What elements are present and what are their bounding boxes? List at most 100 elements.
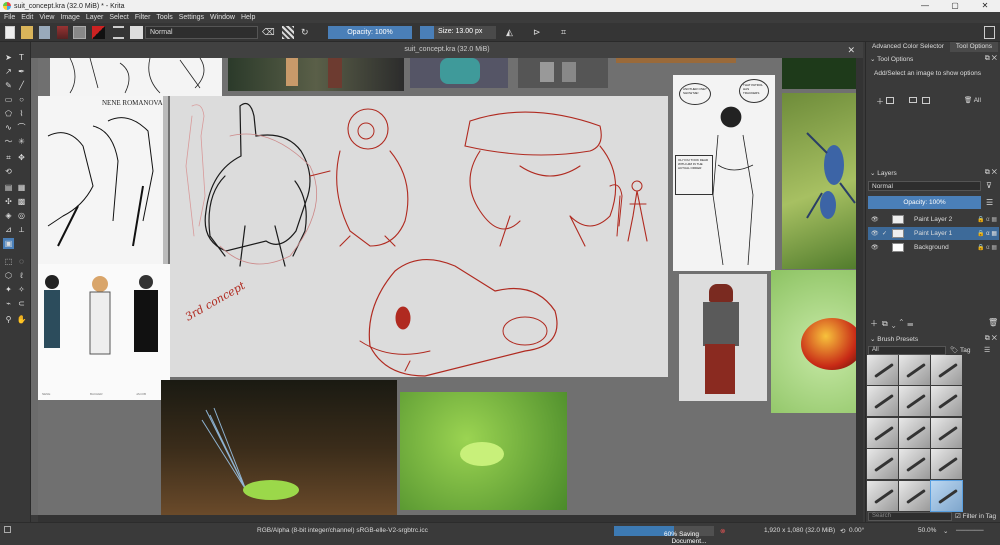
layer-row[interactable]: 👁 Background 🔒 α ▦ bbox=[868, 241, 999, 254]
ref-image-boots[interactable] bbox=[518, 58, 608, 88]
open-document-icon[interactable] bbox=[21, 26, 33, 39]
size-slider[interactable]: Size: 13.00 px bbox=[420, 26, 496, 39]
brush-settings-icon[interactable] bbox=[113, 26, 124, 39]
measure-tool-icon[interactable]: ⟂ bbox=[16, 224, 27, 235]
visibility-eye-icon[interactable]: 👁 bbox=[871, 216, 879, 223]
brush-preset[interactable] bbox=[931, 449, 962, 480]
brush-preset[interactable] bbox=[931, 355, 962, 385]
menu-select[interactable]: Select bbox=[109, 14, 128, 21]
brush-tag-select[interactable]: All bbox=[868, 346, 946, 355]
brush-search-input[interactable]: Search bbox=[868, 512, 952, 521]
mirror-vertical-icon[interactable]: ⊳ bbox=[533, 26, 544, 39]
new-document-icon[interactable] bbox=[5, 26, 15, 39]
brush-preset-selected[interactable] bbox=[930, 479, 963, 512]
layer-lock-icons[interactable]: 🔒 α ▦ bbox=[977, 230, 997, 237]
transform-tool-icon[interactable]: ⟲ bbox=[3, 166, 14, 177]
load-reference-icon[interactable] bbox=[909, 97, 917, 103]
brush-preset[interactable] bbox=[899, 386, 930, 417]
bezier-select-icon[interactable]: ⌁ bbox=[3, 298, 14, 309]
ellipse-select-icon[interactable]: ◌ bbox=[16, 256, 27, 267]
edit-shapes-icon[interactable]: ↗ bbox=[3, 66, 14, 77]
visibility-eye-icon[interactable]: 👁 bbox=[871, 230, 879, 237]
tool-options-float-icon[interactable]: ⧉ ✕ bbox=[985, 55, 997, 63]
assistant-tool-icon[interactable]: ⊿ bbox=[3, 224, 14, 235]
layers-blend-select[interactable]: Normal bbox=[868, 181, 981, 191]
text-tool-icon[interactable]: T bbox=[16, 52, 27, 63]
maximize-button[interactable]: ▢ bbox=[940, 0, 970, 12]
move-layer-down-icon[interactable]: ⌄ bbox=[892, 319, 900, 328]
brush-preset[interactable] bbox=[867, 386, 898, 417]
move-tool-icon[interactable]: ✥ bbox=[16, 152, 27, 163]
layer-row[interactable]: 👁 Paint Layer 2 🔒 α ▦ bbox=[868, 213, 999, 226]
enclose-fill-icon[interactable]: ◎ bbox=[16, 210, 27, 221]
pattern-icon[interactable] bbox=[73, 26, 86, 39]
zoom-dropdown-icon[interactable]: ⌄ bbox=[943, 527, 948, 535]
menu-tools[interactable]: Tools bbox=[156, 14, 172, 21]
document-tab[interactable]: suit_concept.kra (32.0 MiB) ✕ bbox=[31, 42, 863, 58]
ref-image-ladybug[interactable] bbox=[771, 270, 863, 413]
polygon-tool-icon[interactable]: ⬠ bbox=[3, 108, 14, 119]
layer-row-selected[interactable]: 👁 ✓ Paint Layer 1 🔒 α ▦ bbox=[868, 227, 999, 240]
menu-edit[interactable]: Edit bbox=[21, 14, 33, 21]
gradient-tool-icon[interactable]: ▤ bbox=[3, 182, 14, 193]
crop-tool-icon[interactable]: ⌗ bbox=[3, 152, 14, 163]
rect-select-icon[interactable]: ⬚ bbox=[3, 256, 14, 267]
ref-image-teal-robot[interactable] bbox=[410, 58, 508, 88]
ref-image-character-lineup[interactable]: NENE BACHER JACOB bbox=[38, 264, 170, 400]
layer-lock-icons[interactable]: 🔒 α ▦ bbox=[977, 244, 997, 251]
add-layer-icon[interactable]: ＋ bbox=[870, 319, 882, 328]
close-window-button[interactable]: ✕ bbox=[970, 0, 1000, 12]
brush-float-icon[interactable]: ⧉ ✕ bbox=[985, 335, 997, 343]
tab-advanced-color-selector[interactable]: Advanced Color Selector bbox=[866, 42, 950, 52]
bezier-tool-icon[interactable]: ∿ bbox=[3, 122, 14, 133]
color-swatch-icon[interactable] bbox=[92, 26, 105, 39]
ref-image-mecha-sketches[interactable] bbox=[50, 58, 222, 96]
brush-preset[interactable] bbox=[899, 480, 930, 511]
sketch-layer-image[interactable]: 3rd concept bbox=[170, 96, 668, 377]
filter-in-tag-checkbox[interactable]: ☑ Filter in Tag bbox=[955, 512, 996, 520]
calligraphy-icon[interactable]: ✒ bbox=[16, 66, 27, 77]
menu-view[interactable]: View bbox=[39, 14, 54, 21]
paste-reference-icon[interactable] bbox=[886, 97, 894, 104]
duplicate-layer-icon[interactable]: ⧉ bbox=[882, 319, 892, 328]
layer-properties-icon[interactable]: ☰ bbox=[907, 319, 917, 328]
vertical-scrollbar[interactable] bbox=[856, 58, 863, 515]
save-reference-icon[interactable] bbox=[922, 97, 930, 104]
tag-button[interactable]: 🏷 Tag bbox=[950, 346, 970, 354]
brush-preset[interactable] bbox=[867, 355, 898, 385]
brush-preset[interactable] bbox=[899, 355, 930, 385]
contiguous-select-icon[interactable]: ✦ bbox=[3, 284, 14, 295]
brush-expand-icon[interactable]: ⌄ bbox=[870, 336, 875, 343]
minimize-button[interactable]: — bbox=[910, 0, 940, 12]
multibrush-icon[interactable]: ✳ bbox=[16, 136, 27, 147]
cancel-save-icon[interactable]: ⊗ bbox=[720, 527, 725, 535]
menu-layer[interactable]: Layer bbox=[86, 14, 104, 21]
layer-lock-icons[interactable]: 🔒 α ▦ bbox=[977, 216, 997, 223]
zoom-slider[interactable]: ────── bbox=[956, 527, 984, 534]
ref-image-figures-photo[interactable] bbox=[228, 58, 404, 91]
freehand-brush-icon[interactable]: ✎ bbox=[3, 80, 14, 91]
ref-image-planthopper-green[interactable] bbox=[400, 392, 567, 510]
wrap-around-icon[interactable]: ⌗ bbox=[561, 26, 572, 39]
gradient-icon[interactable] bbox=[57, 26, 68, 39]
brush-preset[interactable] bbox=[867, 480, 898, 511]
menu-settings[interactable]: Settings bbox=[179, 14, 204, 21]
blend-mode-select[interactable]: Normal bbox=[145, 26, 258, 39]
delete-layer-icon[interactable]: 🗑 bbox=[988, 318, 998, 327]
layers-float-icon[interactable]: ⧉ ✕ bbox=[985, 169, 997, 177]
menu-window[interactable]: Window bbox=[210, 14, 235, 21]
tool-options-expand-icon[interactable]: ⌄ bbox=[870, 56, 875, 63]
pattern-fill-icon[interactable]: ▩ bbox=[16, 196, 27, 207]
mirror-horizontal-icon[interactable]: ◭ bbox=[506, 26, 517, 39]
zoom-value[interactable]: 50.0% bbox=[918, 527, 936, 534]
ref-image-top-strip[interactable] bbox=[616, 58, 736, 63]
brush-preset[interactable] bbox=[867, 417, 898, 448]
fill-tool-icon[interactable]: ◈ bbox=[3, 210, 14, 221]
dynamic-brush-icon[interactable]: 〜 bbox=[3, 136, 14, 147]
layer-opacity-slider[interactable]: Opacity: 100% bbox=[868, 196, 981, 209]
menu-filter[interactable]: Filter bbox=[135, 14, 151, 21]
ref-image-manga-page[interactable]: ANOTHER ONE? SHOW ME! THAT PATROL HAS TR… bbox=[673, 75, 775, 271]
save-icon[interactable] bbox=[39, 26, 50, 39]
line-tool-icon[interactable]: ╱ bbox=[16, 80, 27, 91]
horizontal-scrollbar[interactable] bbox=[38, 515, 863, 522]
